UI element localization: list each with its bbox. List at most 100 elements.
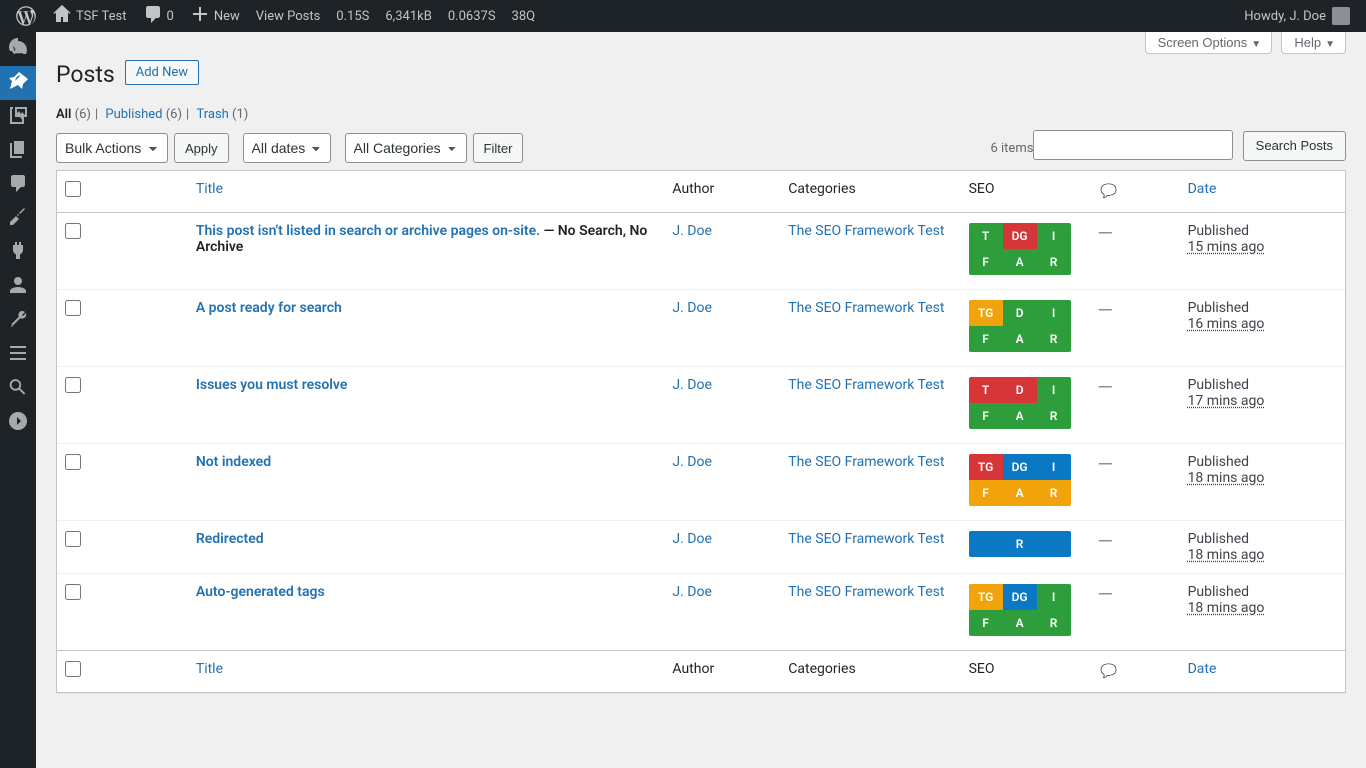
screen-options-toggle[interactable]: Screen Options▼ xyxy=(1145,32,1273,54)
col-title-foot[interactable]: Title xyxy=(196,661,223,677)
row-checkbox[interactable] xyxy=(65,454,81,470)
filter-button[interactable]: Filter xyxy=(473,133,524,163)
search-button[interactable]: Search Posts xyxy=(1243,131,1346,161)
col-title[interactable]: Title xyxy=(196,181,223,197)
seo-pill-i[interactable]: I xyxy=(1037,454,1071,480)
menu-tools[interactable] xyxy=(0,304,36,338)
seo-pill-a[interactable]: A xyxy=(1003,326,1037,352)
menu-appearance[interactable] xyxy=(0,202,36,236)
bulk-actions-select[interactable]: Bulk Actions xyxy=(56,133,168,163)
menu-dashboard[interactable] xyxy=(0,32,36,66)
post-title-link[interactable]: Issues you must resolve xyxy=(196,377,348,393)
category-link[interactable]: The SEO Framework Test xyxy=(788,454,944,470)
post-title-link[interactable]: Not indexed xyxy=(196,454,271,470)
seo-pill-a[interactable]: A xyxy=(1003,480,1037,506)
seo-pill-t[interactable]: T xyxy=(969,223,1003,249)
seo-pill-r[interactable]: R xyxy=(969,531,1071,557)
site-name-link[interactable]: TSF Test xyxy=(44,0,135,32)
categories-select[interactable]: All Categories xyxy=(345,133,467,163)
row-checkbox[interactable] xyxy=(65,300,81,316)
seo-pill-i[interactable]: I xyxy=(1037,377,1071,403)
author-link[interactable]: J. Doe xyxy=(672,300,711,316)
col-comments-foot[interactable]: 🗨 xyxy=(1097,665,1120,681)
post-title-link[interactable]: This post isn't listed in search or arch… xyxy=(196,223,540,239)
filter-published[interactable]: Published (6) xyxy=(105,107,182,122)
menu-settings[interactable] xyxy=(0,338,36,372)
author-link[interactable]: J. Doe xyxy=(672,531,711,547)
menu-pages[interactable] xyxy=(0,134,36,168)
menu-users[interactable] xyxy=(0,270,36,304)
perf-db-time[interactable]: 0.0637S xyxy=(440,0,504,32)
seo-pill-dg[interactable]: DG xyxy=(1003,223,1037,249)
seo-pill-dg[interactable]: DG xyxy=(1003,454,1037,480)
help-toggle[interactable]: Help▼ xyxy=(1281,32,1346,54)
perf-queries[interactable]: 38Q xyxy=(504,0,544,32)
seo-pill-tg[interactable]: TG xyxy=(969,584,1003,610)
post-title-link[interactable]: Redirected xyxy=(196,531,264,547)
seo-pill-f[interactable]: F xyxy=(969,249,1003,275)
author-link[interactable]: J. Doe xyxy=(672,454,711,470)
new-link[interactable]: New xyxy=(182,0,248,32)
menu-media[interactable] xyxy=(0,100,36,134)
menu-plugins[interactable] xyxy=(0,236,36,270)
add-new-button[interactable]: Add New xyxy=(125,60,199,85)
seo-pill-f[interactable]: F xyxy=(969,326,1003,352)
perf-time[interactable]: 0.15S xyxy=(328,0,377,32)
category-link[interactable]: The SEO Framework Test xyxy=(788,584,944,600)
admin-bar: TSF Test 0 New View Posts 0.15S 6,341kB … xyxy=(0,0,1366,32)
post-title-link[interactable]: A post ready for search xyxy=(196,300,342,316)
seo-pill-i[interactable]: I xyxy=(1037,584,1071,610)
col-date-foot[interactable]: Date xyxy=(1188,661,1217,677)
col-date[interactable]: Date xyxy=(1188,181,1217,197)
post-title-link[interactable]: Auto-generated tags xyxy=(196,584,325,600)
menu-posts[interactable] xyxy=(0,66,36,100)
perf-memory[interactable]: 6,341kB xyxy=(377,0,439,32)
row-checkbox[interactable] xyxy=(65,223,81,239)
table-row: Issues you must resolve J. Doe The SEO Fra… xyxy=(57,367,1345,444)
view-posts-link[interactable]: View Posts xyxy=(248,0,329,32)
row-checkbox[interactable] xyxy=(65,531,81,547)
row-checkbox[interactable] xyxy=(65,377,81,393)
seo-pill-d[interactable]: D xyxy=(1003,300,1037,326)
dates-select[interactable]: All dates xyxy=(243,133,331,163)
author-link[interactable]: J. Doe xyxy=(672,223,711,239)
seo-pill-r[interactable]: R xyxy=(1037,480,1071,506)
category-link[interactable]: The SEO Framework Test xyxy=(788,223,944,239)
seo-pill-i[interactable]: I xyxy=(1037,223,1071,249)
seo-pill-r[interactable]: R xyxy=(1037,326,1071,352)
seo-pill-tg[interactable]: TG xyxy=(969,300,1003,326)
seo-pill-i[interactable]: I xyxy=(1037,300,1071,326)
author-link[interactable]: J. Doe xyxy=(672,584,711,600)
seo-pill-a[interactable]: A xyxy=(1003,610,1037,636)
seo-pill-r[interactable]: R xyxy=(1037,610,1071,636)
my-account[interactable]: Howdy, J. Doe xyxy=(1236,0,1358,32)
col-comments[interactable]: 🗨 xyxy=(1097,185,1120,201)
category-link[interactable]: The SEO Framework Test xyxy=(788,300,944,316)
seo-pill-dg[interactable]: DG xyxy=(1003,584,1037,610)
seo-pill-f[interactable]: F xyxy=(969,480,1003,506)
select-all-bottom[interactable] xyxy=(65,661,81,677)
seo-pill-a[interactable]: A xyxy=(1003,403,1037,429)
seo-pill-f[interactable]: F xyxy=(969,403,1003,429)
menu-comments[interactable] xyxy=(0,168,36,202)
seo-pill-tg[interactable]: TG xyxy=(969,454,1003,480)
seo-pill-t[interactable]: T xyxy=(969,377,1003,403)
filter-trash[interactable]: Trash (1) xyxy=(196,107,248,122)
menu-collapse[interactable] xyxy=(0,406,36,440)
seo-pill-r[interactable]: R xyxy=(1037,249,1071,275)
seo-pill-d[interactable]: D xyxy=(1003,377,1037,403)
row-checkbox[interactable] xyxy=(65,584,81,600)
seo-pill-r[interactable]: R xyxy=(1037,403,1071,429)
filter-all[interactable]: All (6) xyxy=(56,107,91,122)
comments-link[interactable]: 0 xyxy=(135,0,182,32)
seo-pill-f[interactable]: F xyxy=(969,610,1003,636)
category-link[interactable]: The SEO Framework Test xyxy=(788,377,944,393)
select-all-top[interactable] xyxy=(65,181,81,197)
search-input[interactable] xyxy=(1033,130,1233,160)
author-link[interactable]: J. Doe xyxy=(672,377,711,393)
wp-logo[interactable] xyxy=(8,0,44,32)
bulk-apply-button[interactable]: Apply xyxy=(174,133,229,163)
category-link[interactable]: The SEO Framework Test xyxy=(788,531,944,547)
menu-search[interactable] xyxy=(0,372,36,406)
seo-pill-a[interactable]: A xyxy=(1003,249,1037,275)
